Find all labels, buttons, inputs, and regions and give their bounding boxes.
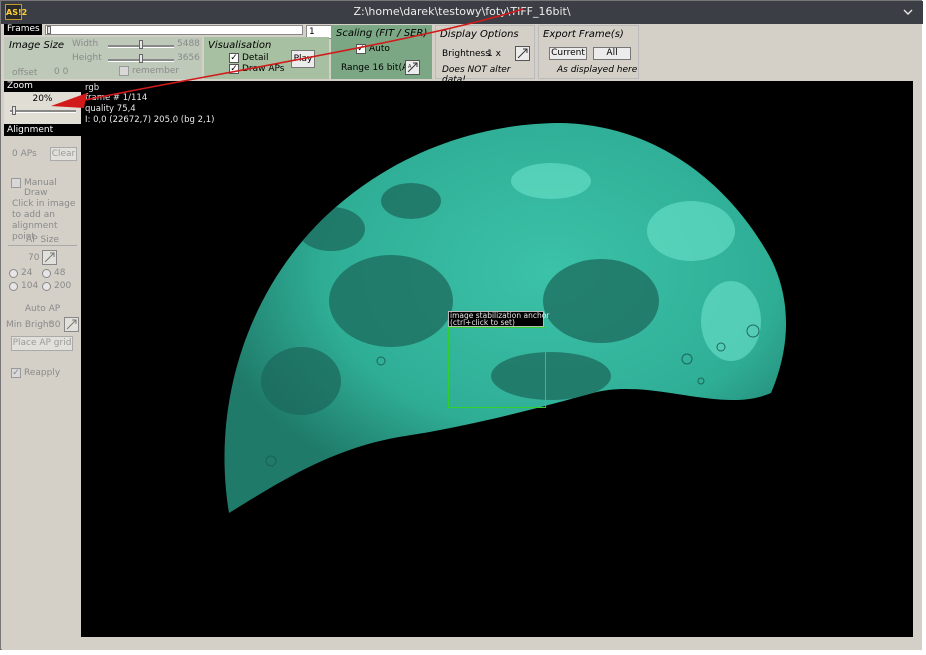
remember-checkbox[interactable]: [119, 66, 129, 76]
ap-size-value: 70: [28, 253, 40, 263]
manual-draw-label: Manual Draw: [24, 178, 57, 198]
detail-label: Detail: [242, 53, 269, 63]
play-button[interactable]: Play: [291, 50, 315, 68]
manual-draw-checkbox[interactable]: [11, 178, 21, 188]
ap-hint-line-1: Click in image: [12, 199, 76, 209]
clear-aps-button[interactable]: Clear: [50, 147, 77, 161]
height-value: 3656: [177, 53, 200, 63]
brightness-toggle-icon[interactable]: [515, 46, 530, 61]
width-label: Width: [72, 39, 99, 49]
auto-ap-label: Auto AP: [24, 304, 61, 314]
zoom-slider-thumb[interactable]: [12, 106, 16, 115]
overlay-line-3: quality 75,4: [85, 104, 136, 114]
min-bright-value: 30: [49, 320, 61, 330]
scaling-title: Scaling (FIT / SER): [336, 28, 428, 39]
frames-slider-thumb[interactable]: [47, 26, 51, 34]
draw-aps-label: Draw APs: [242, 64, 285, 74]
stabilization-anchor-box[interactable]: [448, 327, 546, 408]
offset-value: 0 0: [54, 67, 69, 77]
remember-label: remember: [132, 66, 180, 76]
ap-size-radio-48[interactable]: [42, 269, 51, 278]
frames-slider[interactable]: [45, 25, 303, 35]
min-bright-label: Min Bright: [6, 320, 53, 330]
brightness-value: 1 x: [487, 49, 501, 59]
ap-size-radio-200[interactable]: [42, 282, 51, 291]
offset-label: offset: [12, 68, 38, 78]
export-current-button[interactable]: Current: [549, 47, 587, 60]
range-label: Range 16 bit(A): [341, 63, 412, 73]
place-ap-grid-button[interactable]: Place AP grid: [11, 336, 73, 351]
image-size-panel: Image Size Width 5488 Height 3656 rememb…: [4, 37, 202, 79]
zoom-panel: 20%: [4, 92, 81, 124]
export-all-button[interactable]: All: [593, 47, 631, 60]
zoom-label: Zoom: [4, 81, 81, 92]
anchor-label-line-2: (ctrl+click to set): [450, 318, 515, 327]
overlay-line-2: frame # 1/114: [85, 93, 148, 103]
title-bar[interactable]: AS!2 Z:\home\darek\testowy\foty\TIFF_16b…: [1, 1, 923, 24]
height-slider-thumb[interactable]: [139, 54, 143, 63]
visualisation-title: Visualisation: [208, 40, 272, 51]
reapply-label: Reapply: [24, 368, 61, 378]
brightness-label: Brightness: [442, 49, 490, 59]
ap-hint-line-2: to add an: [12, 210, 55, 220]
range-toggle-icon[interactable]: A: [405, 60, 420, 75]
ap-size-radio-104[interactable]: [9, 282, 18, 291]
image-viewport[interactable]: rgb frame # 1/114 quality 75,4 I: 0,0 (2…: [81, 81, 913, 637]
aps-count: 0 APs: [12, 149, 37, 159]
zoom-value: 20%: [32, 94, 53, 104]
image-size-title: Image Size: [9, 40, 65, 51]
ap-size-radio-200-label: 200: [54, 281, 72, 291]
auto-checkbox[interactable]: ✓: [356, 44, 366, 54]
ap-size-label: AP Size: [26, 235, 59, 245]
overlay-line-1: rgb: [85, 83, 100, 93]
svg-text:A: A: [408, 64, 412, 70]
chevron-down-icon[interactable]: [901, 6, 915, 18]
scaling-panel: Scaling (FIT / SER) ✓ Auto Range 16 bit(…: [331, 25, 432, 79]
ap-size-toggle-icon[interactable]: [42, 250, 57, 265]
zoom-slider[interactable]: [10, 110, 76, 113]
height-label: Height: [72, 53, 102, 63]
min-bright-toggle-icon[interactable]: [64, 317, 79, 332]
anchor-label-box: image stabilization anchor (ctrl+click t…: [448, 311, 549, 327]
frames-label: Frames: [4, 24, 42, 35]
display-options-panel: Display Options Brightness 1 x Does NOT …: [435, 25, 535, 85]
ap-size-radio-24[interactable]: [9, 269, 18, 278]
export-frames-title: Export Frame(s): [543, 29, 624, 40]
visualisation-panel: Visualisation ✓ Detail ✓ Draw APs Play: [204, 37, 329, 79]
draw-aps-checkbox[interactable]: ✓: [229, 64, 239, 74]
export-frames-note: As displayed here: [557, 65, 638, 75]
width-slider-thumb[interactable]: [139, 40, 143, 49]
display-options-title: Display Options: [440, 29, 519, 40]
alignment-points-panel: 0 APs Clear Manual Draw Click in image t…: [4, 136, 81, 401]
auto-label: Auto: [369, 44, 390, 54]
export-frames-panel: Export Frame(s) Current All As displayed…: [538, 25, 639, 79]
overlay-line-4: I: 0,0 (22672,7) 205,0 (bg 2,1): [85, 115, 215, 125]
ap-size-radio-48-label: 48: [54, 268, 66, 278]
alignment-points-label: Alignment Points: [4, 124, 81, 147]
ap-size-radio-24-label: 24: [21, 268, 33, 278]
width-value: 5488: [177, 39, 200, 49]
ap-size-radio-104-label: 104: [21, 281, 39, 291]
detail-checkbox[interactable]: ✓: [229, 53, 239, 63]
window-title: Z:\home\darek\testowy\foty\TIFF_16bit\: [353, 5, 571, 18]
application-window: AS!2 Z:\home\darek\testowy\foty\TIFF_16b…: [0, 0, 923, 650]
reapply-checkbox[interactable]: ✓: [11, 368, 21, 378]
ap-size-divider: [8, 245, 77, 246]
